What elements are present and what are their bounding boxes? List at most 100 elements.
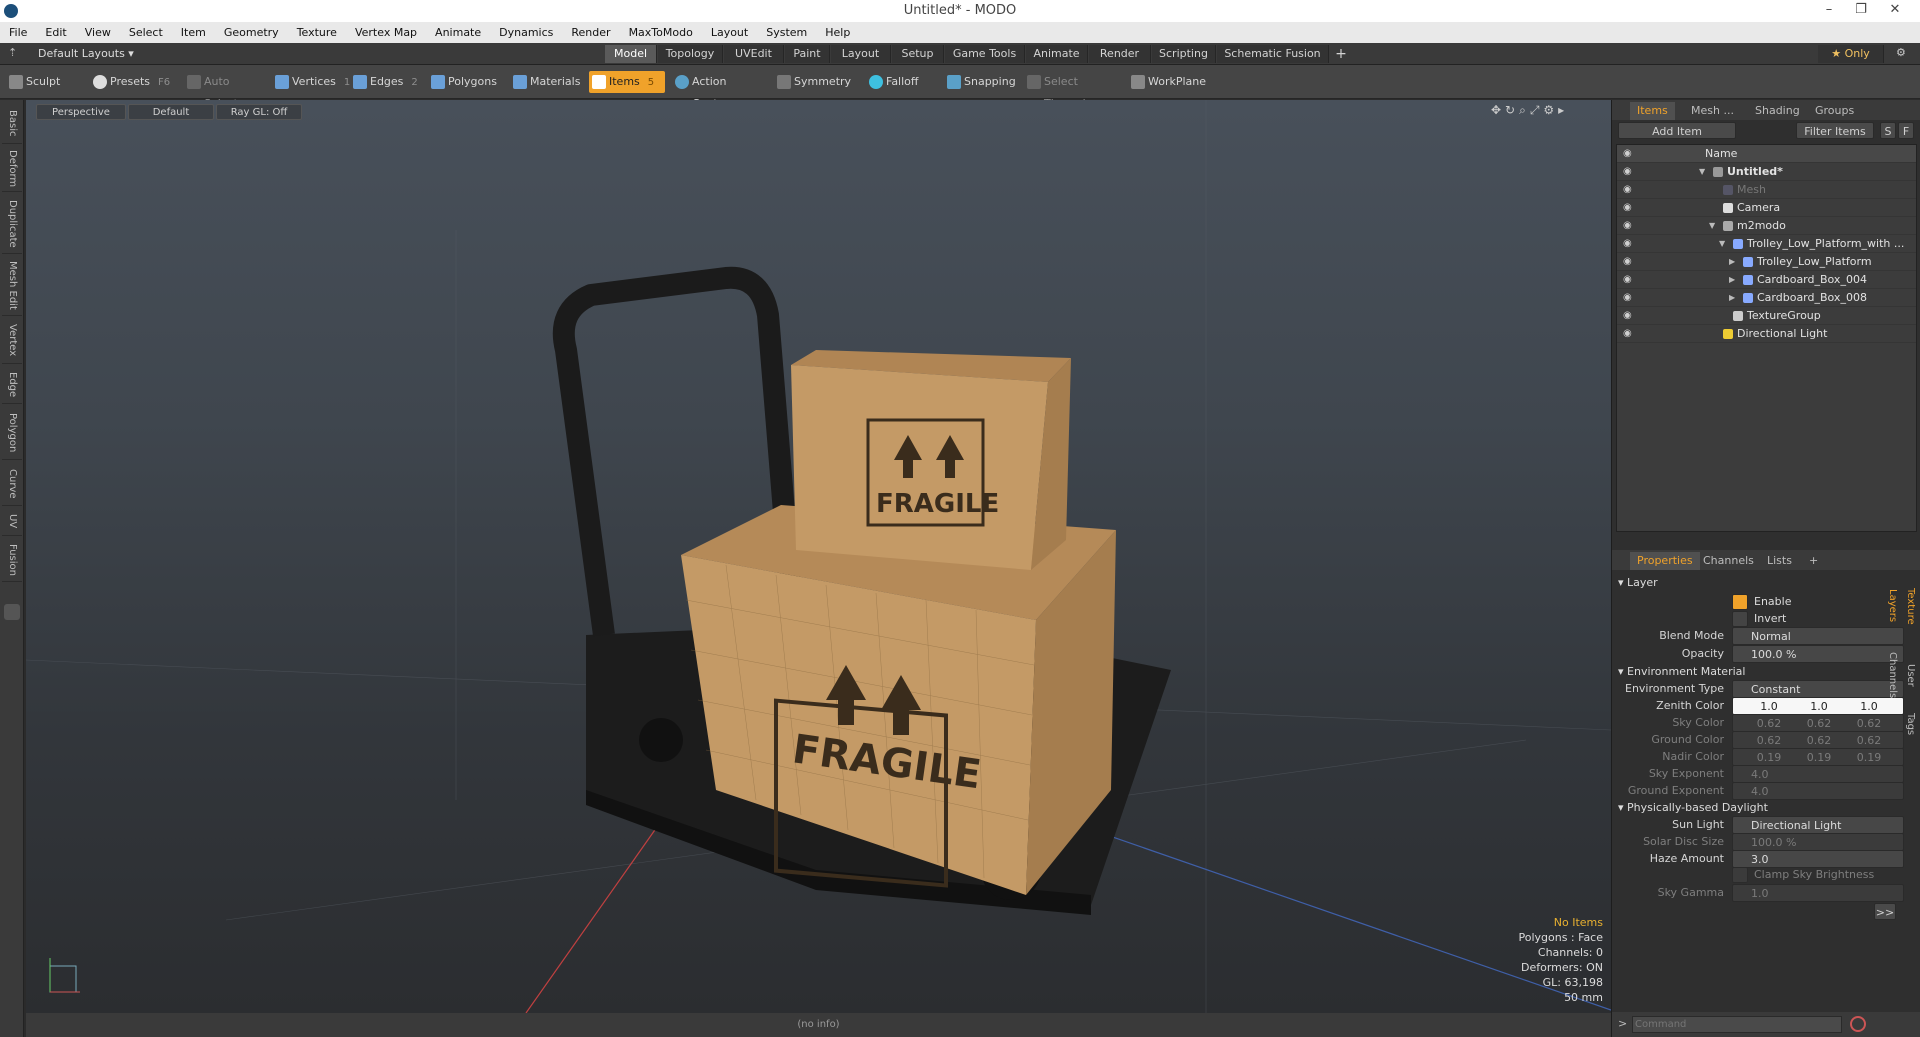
command-input[interactable] [1632,1016,1842,1033]
tab-fusion[interactable]: Fusion [2,538,22,582]
opacity-field[interactable]: 100.0 % [1732,645,1904,663]
section-layer[interactable]: ▾ Layer [1618,574,1898,592]
tab-scripting[interactable]: Scripting [1152,45,1216,63]
minimize-button[interactable]: – [1814,0,1844,20]
tree-row-trolley[interactable]: ◉ ▶ Trolley_Low_Platform [1617,253,1916,271]
restore-button[interactable]: ❐ [1846,0,1876,20]
expand-arrow-icon[interactable]: ▶ [1729,271,1737,289]
add-properties-tab-button[interactable]: + [1802,552,1825,570]
more-button[interactable]: >> [1874,903,1896,920]
falloff-button[interactable]: Falloff [866,71,932,93]
name-column-header[interactable]: Name [1705,145,1737,163]
menu-view[interactable]: View [76,22,120,43]
tab-uv[interactable]: UV [2,508,22,536]
tab-layout[interactable]: Layout [831,45,891,63]
section-daylight[interactable]: ▾ Physically-based Daylight [1618,799,1898,817]
select-through-button[interactable]: Select Through [1024,71,1118,110]
menu-vertex-map[interactable]: Vertex Map [346,22,426,43]
section-environment-material[interactable]: ▾ Environment Material [1618,663,1898,681]
tab-uvedit[interactable]: UVEdit [724,45,784,63]
tab-groups[interactable]: Groups [1808,102,1861,120]
tree-row-box-008[interactable]: ◉ ▶ Cardboard_Box_008 [1617,289,1916,307]
tree-row-trolley-group[interactable]: ◉ ▼ Trolley_Low_Platform_with ... [1617,235,1916,253]
action-center-button[interactable]: Action Center [672,71,764,110]
edges-button[interactable]: Edges 2 [350,71,426,93]
sun-light-dropdown[interactable]: Directional Light [1732,816,1904,834]
tab-paint[interactable]: Paint [785,45,830,63]
eye-icon[interactable]: ◉ [1623,220,1635,232]
tab-tags[interactable]: Tags [1901,710,1919,738]
close-button[interactable]: ✕ [1880,0,1910,20]
tab-game-tools[interactable]: Game Tools [945,45,1025,63]
tab-mesh-edit[interactable]: Mesh Edit [2,256,22,316]
nadir-color-field[interactable]: 0.19 0.19 0.19 [1732,748,1904,766]
tab-duplicate[interactable]: Duplicate [2,194,22,254]
tab-polygon[interactable]: Polygon [2,406,22,460]
invert-checkbox[interactable] [1732,611,1748,627]
solar-disc-field[interactable]: 100.0 % [1732,833,1904,851]
menu-texture[interactable]: Texture [288,22,346,43]
snapping-button[interactable]: Snapping [944,71,1016,93]
eye-icon[interactable]: ◉ [1623,256,1635,268]
env-type-dropdown[interactable]: Constant [1732,680,1904,698]
expand-arrow-icon[interactable]: ▼ [1699,163,1707,181]
menu-help[interactable]: Help [816,22,859,43]
eye-icon[interactable]: ◉ [1623,184,1635,196]
ground-color-field[interactable]: 0.62 0.62 0.62 [1732,731,1904,749]
default-layouts-dropdown[interactable]: Default Layouts ▾ [38,47,134,60]
tab-edge[interactable]: Edge [2,366,22,404]
tab-render[interactable]: Render [1089,45,1151,63]
ground-exponent-field[interactable]: 4.0 [1732,782,1904,800]
tab-model[interactable]: Model [605,45,657,63]
f-button[interactable]: F [1898,122,1914,139]
expand-arrow-icon[interactable]: ▶ [1729,289,1737,307]
blend-mode-dropdown[interactable]: Normal [1732,627,1904,645]
tree-row-directional-light[interactable]: ◉ Directional Light [1617,325,1916,343]
symmetry-button[interactable]: Symmetry [774,71,854,93]
tab-texture-layers[interactable]: Texture Layers [1887,570,1919,642]
tab-channels[interactable]: Channels [1696,552,1761,570]
eye-icon[interactable]: ◉ [1623,202,1635,214]
only-toggle[interactable]: ★ Only [1818,45,1884,63]
tree-row-mesh[interactable]: ◉ Mesh [1617,181,1916,199]
tree-row-camera[interactable]: ◉ Camera [1617,199,1916,217]
filter-items-button[interactable]: Filter Items [1796,122,1874,139]
menu-file[interactable]: File [0,22,36,43]
eye-icon[interactable]: ◉ [1623,310,1635,322]
tree-row-texturegroup[interactable]: ◉ TextureGroup [1617,307,1916,325]
menu-animate[interactable]: Animate [426,22,490,43]
tab-setup[interactable]: Setup [892,45,944,63]
tab-curve[interactable]: Curve [2,462,22,506]
enable-checkbox[interactable] [1732,594,1748,610]
tab-deform[interactable]: Deform [2,146,22,192]
tab-animate[interactable]: Animate [1026,45,1088,63]
menu-item[interactable]: Item [172,22,215,43]
eye-icon[interactable]: ◉ [1623,238,1635,250]
tab-basic[interactable]: Basic [2,104,22,144]
eye-icon[interactable]: ◉ [1623,292,1635,304]
vertices-button[interactable]: Vertices 1 [272,71,350,93]
add-item-button[interactable]: Add Item [1618,122,1736,139]
layout-pin-icon[interactable]: ⇡ [8,46,17,59]
add-layout-tab-button[interactable]: + [1330,45,1352,63]
sky-exponent-field[interactable]: 4.0 [1732,765,1904,783]
record-icon[interactable] [1850,1016,1866,1032]
presets-button[interactable]: Presets F6 [90,71,176,93]
menu-maxtomodo[interactable]: MaxToModo [620,22,702,43]
tab-shading[interactable]: Shading [1748,102,1807,120]
tab-schematic-fusion[interactable]: Schematic Fusion [1217,45,1329,63]
tab-vertex[interactable]: Vertex [2,318,22,364]
tab-items[interactable]: Items [1630,102,1675,120]
tree-row-untitled[interactable]: ◉ ▼ Untitled* [1617,163,1916,181]
menu-geometry[interactable]: Geometry [215,22,288,43]
polygons-button[interactable]: Polygons [428,71,504,93]
eye-icon[interactable]: ◉ [1623,328,1635,340]
items-button[interactable]: Items 5 [589,71,665,93]
expand-arrow-icon[interactable]: ▼ [1719,235,1727,253]
menu-layout[interactable]: Layout [702,22,757,43]
s-button[interactable]: S [1880,122,1896,139]
tab-lists[interactable]: Lists [1760,552,1799,570]
sky-gamma-field[interactable]: 1.0 [1732,884,1904,902]
toolbox-expand-button[interactable] [4,604,20,620]
sky-color-field[interactable]: 0.62 0.62 0.62 [1732,714,1904,732]
